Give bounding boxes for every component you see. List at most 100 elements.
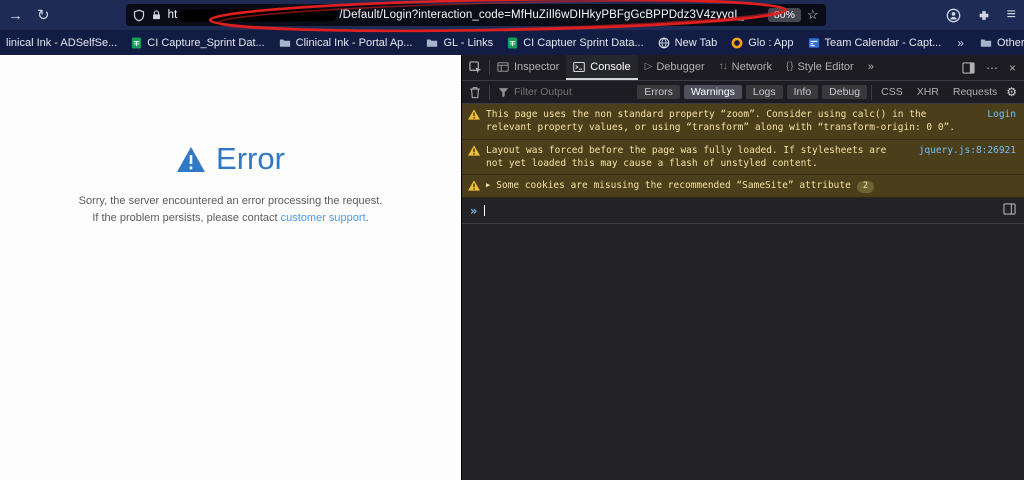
reload-icon[interactable]: ↻ — [37, 8, 50, 23]
sheet-icon — [508, 37, 518, 48]
pick-element-icon[interactable] — [462, 55, 489, 80]
extensions-icon[interactable] — [977, 8, 991, 22]
bookmark-label: CI Capture_Sprint Dat... — [147, 36, 265, 49]
text-cursor — [484, 205, 486, 217]
warning-icon — [468, 144, 480, 156]
filter-funnel-icon — [498, 87, 509, 97]
bookmark-item[interactable]: CI Captuer Sprint Data... — [501, 35, 649, 51]
content-area: Error Sorry, the server encountered an e… — [0, 55, 1024, 480]
error-message: Sorry, the server encountered an error p… — [0, 193, 461, 227]
folder-icon — [427, 39, 438, 47]
console-filter-bar: Errors Warnings Logs Info Debug CSS XHR … — [462, 81, 1024, 104]
warning-message-text: Layout was forced before the page was fu… — [486, 144, 887, 169]
bookmark-star-icon[interactable]: ☆ — [807, 7, 819, 23]
bookmark-item[interactable]: Clinical Ink - Portal Ap... — [273, 35, 419, 51]
toolbar-right-icons: ≡ — [946, 6, 1016, 24]
sheet-icon — [132, 37, 142, 48]
url-text: ht/Default/Login?interaction_code=MfHuZi… — [167, 8, 745, 22]
customer-support-link[interactable]: customer support — [281, 212, 366, 224]
address-bar[interactable]: ht/Default/Login?interaction_code=MfHuZi… — [125, 4, 826, 26]
divider — [489, 84, 490, 100]
tab-console[interactable]: Console — [566, 55, 638, 80]
bookmark-item[interactable]: Team Calendar - Capt... — [802, 35, 948, 51]
zoom-level-badge[interactable]: 80% — [767, 8, 801, 22]
error-message-line1: Sorry, the server encountered an error p… — [78, 195, 383, 207]
network-icon: ↑↓ — [718, 61, 728, 72]
console-output: This page uses the non standard property… — [462, 104, 1024, 480]
console-warning-row[interactable]: Layout was forced before the page was fu… — [462, 139, 1024, 176]
bookmark-label: CI Captuer Sprint Data... — [523, 36, 644, 49]
forward-arrow-icon[interactable]: → — [8, 8, 23, 23]
warning-message-text: Some cookies are misusing the recommende… — [496, 179, 1016, 194]
meatball-menu-icon[interactable]: ⋯ — [986, 62, 998, 74]
debugger-icon: ▷ — [644, 61, 653, 72]
bookmark-label: Team Calendar - Capt... — [824, 36, 942, 49]
warning-icon — [468, 109, 480, 120]
bookmarks-bar: linical Ink - ADSelfSe... CI Capture_Spr… — [0, 30, 1024, 55]
filter-output-box[interactable] — [498, 86, 624, 98]
filter-xhr-button[interactable]: XHR — [912, 85, 944, 99]
folder-icon — [980, 39, 992, 47]
sidebar-toggle-icon[interactable] — [1003, 203, 1016, 218]
globe-icon — [658, 37, 669, 48]
error-page-title: Error — [216, 141, 285, 176]
bookmark-item[interactable]: GL - Links — [420, 35, 499, 51]
more-tabs-chevron[interactable]: » — [861, 55, 881, 80]
console-icon — [573, 61, 586, 72]
warning-message-text: This page uses the non standard property… — [486, 109, 955, 134]
style-editor-icon: { } — [785, 61, 794, 72]
dock-side-icon[interactable] — [962, 61, 975, 74]
bookmark-item[interactable]: linical Ink - ADSelfSe... — [0, 35, 123, 51]
console-settings-gear-icon[interactable]: ⚙ — [1006, 86, 1017, 98]
filter-debug-button[interactable]: Debug — [822, 85, 868, 99]
filter-warnings-button[interactable]: Warnings — [683, 85, 742, 99]
bookmark-item[interactable]: New Tab — [652, 35, 724, 51]
devtools-panel: Inspector Console ▷ Debugger ↑↓ Network { … — [461, 55, 1024, 480]
console-input-row[interactable]: » — [462, 198, 1024, 225]
tab-inspector[interactable]: Inspector — [490, 55, 566, 80]
clear-console-trash-icon[interactable] — [469, 86, 481, 99]
bookmark-label: New Tab — [674, 36, 718, 49]
shield-icon[interactable] — [133, 9, 145, 22]
bookmark-item[interactable]: Glo : App — [725, 35, 799, 51]
console-warning-row[interactable]: ▶ Some cookies are misusing the recommen… — [462, 175, 1024, 199]
folder-icon — [279, 39, 290, 47]
filter-css-button[interactable]: CSS — [876, 85, 908, 99]
url-redaction — [179, 8, 338, 22]
divider — [871, 84, 873, 100]
console-empty-area[interactable] — [462, 224, 1024, 480]
bookmark-item[interactable]: CI Capture_Sprint Dat... — [125, 35, 270, 51]
console-prompt-icon: » — [470, 203, 478, 218]
message-source-link[interactable]: Login — [987, 108, 1016, 121]
bookmarks-overflow-chevron[interactable]: » — [949, 36, 972, 50]
console-warning-row[interactable]: This page uses the non standard property… — [462, 104, 1024, 140]
bookmark-label: linical Ink - ADSelfSe... — [6, 36, 118, 49]
close-devtools-icon[interactable]: × — [1009, 62, 1016, 74]
other-bookmarks-label: Other Bookmarks — [996, 36, 1024, 49]
filter-requests-button[interactable]: Requests — [948, 85, 1002, 99]
filter-errors-button[interactable]: Errors — [637, 85, 680, 99]
calendar-icon — [808, 37, 819, 48]
error-warning-triangle-icon — [177, 146, 206, 172]
message-count-badge: 2 — [856, 181, 874, 194]
tab-debugger[interactable]: ▷ Debugger — [638, 55, 712, 80]
browser-toolbar: → ↻ ht/Default/Login?interaction_code=Mf… — [0, 0, 1024, 33]
filter-info-button[interactable]: Info — [786, 85, 819, 99]
bookmark-label: Glo : App — [748, 36, 794, 49]
lock-icon[interactable] — [151, 9, 162, 21]
account-icon[interactable] — [946, 8, 961, 23]
console-filter-buttons: Errors Warnings Logs Info Debug CSS XHR … — [637, 84, 1017, 100]
bookmark-label: GL - Links — [443, 36, 494, 49]
warning-icon — [468, 180, 480, 191]
menu-icon[interactable]: ≡ — [1007, 6, 1016, 24]
filter-output-input[interactable] — [514, 86, 624, 98]
expand-caret-icon[interactable]: ▶ — [486, 181, 490, 191]
filter-logs-button[interactable]: Logs — [745, 85, 783, 99]
other-bookmarks-folder[interactable]: Other Bookmarks — [974, 35, 1024, 51]
tab-network[interactable]: ↑↓ Network — [712, 55, 779, 80]
tab-style-editor[interactable]: { } Style Editor — [779, 55, 861, 80]
devtools-window-controls: ⋯ × — [954, 55, 1024, 80]
message-source-link[interactable]: jquery.js:8:26921 — [919, 144, 1016, 157]
browser-window: → ↻ ht/Default/Login?interaction_code=Mf… — [0, 0, 1024, 480]
devtools-tabbar: Inspector Console ▷ Debugger ↑↓ Network { … — [462, 55, 1024, 81]
